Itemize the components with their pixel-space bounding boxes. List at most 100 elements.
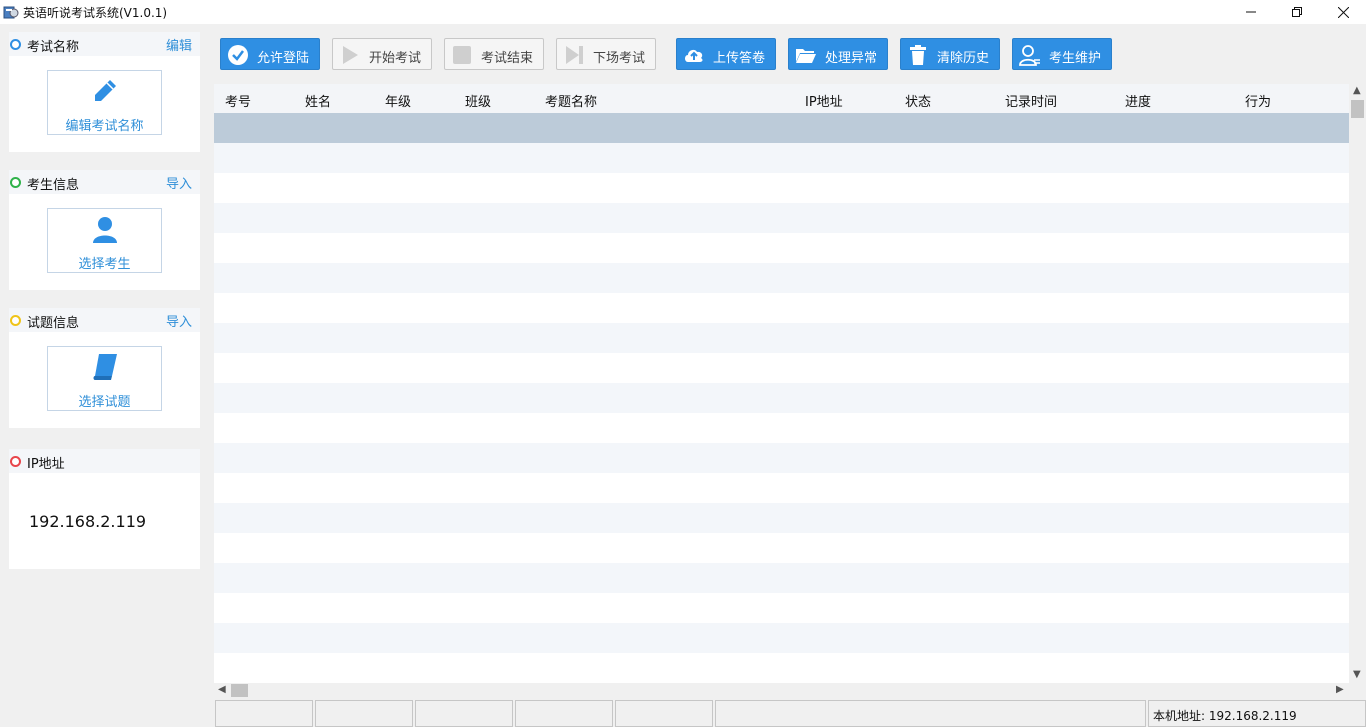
select-student-card[interactable]: 选择考生: [47, 208, 162, 273]
start-exam-button[interactable]: 开始考试: [332, 38, 432, 70]
book-icon: [93, 354, 117, 380]
exam-status-table[interactable]: 考号 姓名 年级 班级 考题名称 IP地址 状态 记录时间 进度 行为: [214, 84, 1349, 683]
table-row-selected[interactable]: [214, 113, 1349, 143]
table-row[interactable]: [214, 443, 1349, 473]
table-row[interactable]: [214, 263, 1349, 293]
table-row[interactable]: [214, 383, 1349, 413]
status-cell-6: [715, 700, 1146, 727]
table-row[interactable]: [214, 203, 1349, 233]
table-row[interactable]: [214, 173, 1349, 203]
exam-name-title: 考试名称: [27, 40, 80, 55]
scroll-up-icon[interactable]: ▲: [1353, 86, 1361, 96]
horizontal-scroll-thumb[interactable]: [231, 684, 248, 697]
upload-answers-button[interactable]: 上传答卷: [676, 38, 776, 70]
scroll-right-icon[interactable]: ▶: [1336, 685, 1344, 695]
handle-exceptions-button[interactable]: 处理异常: [788, 38, 888, 70]
restore-button[interactable]: [1274, 0, 1320, 24]
table-row[interactable]: [214, 323, 1349, 353]
col-progress[interactable]: 进度: [1125, 91, 1151, 110]
table-header: 考号 姓名 年级 班级 考题名称 IP地址 状态 记录时间 进度 行为: [214, 84, 1349, 113]
skip-next-icon: [566, 46, 583, 64]
window-title: 英语听说考试系统(V1.0.1): [23, 6, 168, 20]
question-info-panel: 试题信息 导入 选择试题: [9, 308, 200, 428]
table-row[interactable]: [214, 293, 1349, 323]
col-action[interactable]: 行为: [1245, 91, 1271, 110]
status-local-address: 本机地址: 192.168.2.119: [1148, 700, 1366, 727]
student-maintenance-button[interactable]: 考生维护: [1012, 38, 1112, 70]
start-exam-label: 开始考试: [369, 51, 422, 66]
table-row[interactable]: [214, 623, 1349, 653]
table-row[interactable]: [214, 413, 1349, 443]
status-cell-3: [415, 700, 513, 727]
red-dot-icon: [10, 456, 21, 467]
cloud-upload-icon: [685, 49, 703, 62]
green-dot-icon: [10, 177, 21, 188]
play-icon: [343, 46, 358, 64]
import-students-link[interactable]: 导入: [166, 173, 192, 192]
end-exam-button[interactable]: 考试结束: [444, 38, 544, 70]
table-row[interactable]: [214, 353, 1349, 383]
pencil-icon: [95, 80, 116, 101]
yellow-dot-icon: [10, 315, 21, 326]
scrollbar-corner: [1349, 683, 1366, 698]
status-cell-4: [515, 700, 613, 727]
app-icon: [3, 6, 19, 19]
clear-history-button[interactable]: 清除历史: [900, 38, 1000, 70]
close-button[interactable]: [1320, 0, 1366, 24]
table-row[interactable]: [214, 653, 1349, 683]
close-icon: [1337, 6, 1349, 18]
col-ip-address[interactable]: IP地址: [805, 91, 843, 110]
upload-answers-label: 上传答卷: [713, 51, 766, 66]
check-circle-icon: [228, 45, 248, 65]
import-questions-link[interactable]: 导入: [166, 311, 192, 330]
next-exam-button[interactable]: 下场考试: [556, 38, 656, 70]
edit-exam-name-label: 编辑考试名称: [65, 119, 144, 134]
minimize-icon: [1246, 11, 1256, 13]
question-info-title: 试题信息: [27, 316, 80, 331]
table-row[interactable]: [214, 533, 1349, 563]
col-status[interactable]: 状态: [905, 91, 931, 110]
ip-address-value: 192.168.2.119: [29, 512, 147, 531]
minimize-button[interactable]: [1228, 0, 1274, 24]
ip-title: IP地址: [27, 457, 65, 472]
horizontal-scrollbar[interactable]: ◀ ▶: [214, 683, 1349, 698]
trash-icon: [910, 45, 926, 65]
col-name[interactable]: 姓名: [305, 91, 331, 110]
exam-name-header: 考试名称 编辑: [9, 32, 200, 56]
col-question-name[interactable]: 考题名称: [545, 91, 597, 110]
status-cell-1: [215, 700, 313, 727]
vertical-scroll-thumb[interactable]: [1351, 100, 1364, 118]
status-cell-5: [615, 700, 713, 727]
table-row[interactable]: [214, 563, 1349, 593]
scroll-down-icon[interactable]: ▼: [1353, 670, 1361, 680]
student-maintenance-label: 考生维护: [1049, 51, 1102, 66]
restore-icon: [1292, 7, 1302, 17]
student-info-title: 考生信息: [27, 178, 80, 193]
user-icon: [93, 217, 117, 243]
allow-login-button[interactable]: 允许登陆: [220, 38, 320, 70]
handle-exceptions-label: 处理异常: [825, 51, 878, 66]
table-row[interactable]: [214, 593, 1349, 623]
ip-panel: IP地址 192.168.2.119: [9, 449, 200, 569]
table-row[interactable]: [214, 503, 1349, 533]
col-record-time[interactable]: 记录时间: [1005, 91, 1057, 110]
vertical-scrollbar[interactable]: ▲ ▼: [1349, 84, 1366, 683]
status-cell-2: [315, 700, 413, 727]
col-class[interactable]: 班级: [465, 91, 491, 110]
ip-header: IP地址: [9, 449, 200, 473]
question-info-header: 试题信息 导入: [9, 308, 200, 332]
col-exam-number[interactable]: 考号: [225, 91, 251, 110]
scroll-left-icon[interactable]: ◀: [218, 685, 226, 695]
select-question-card[interactable]: 选择试题: [47, 346, 162, 411]
table-row[interactable]: [214, 473, 1349, 503]
stop-icon: [453, 46, 471, 64]
title-bar: 英语听说考试系统(V1.0.1): [0, 0, 1366, 24]
select-question-label: 选择试题: [78, 395, 131, 410]
edit-exam-name-card[interactable]: 编辑考试名称: [47, 70, 162, 135]
col-grade[interactable]: 年级: [385, 91, 411, 110]
allow-login-label: 允许登陆: [257, 51, 310, 66]
blue-dot-icon: [10, 39, 21, 50]
table-row[interactable]: [214, 233, 1349, 263]
edit-exam-name-link[interactable]: 编辑: [166, 35, 192, 54]
table-row[interactable]: [214, 143, 1349, 173]
